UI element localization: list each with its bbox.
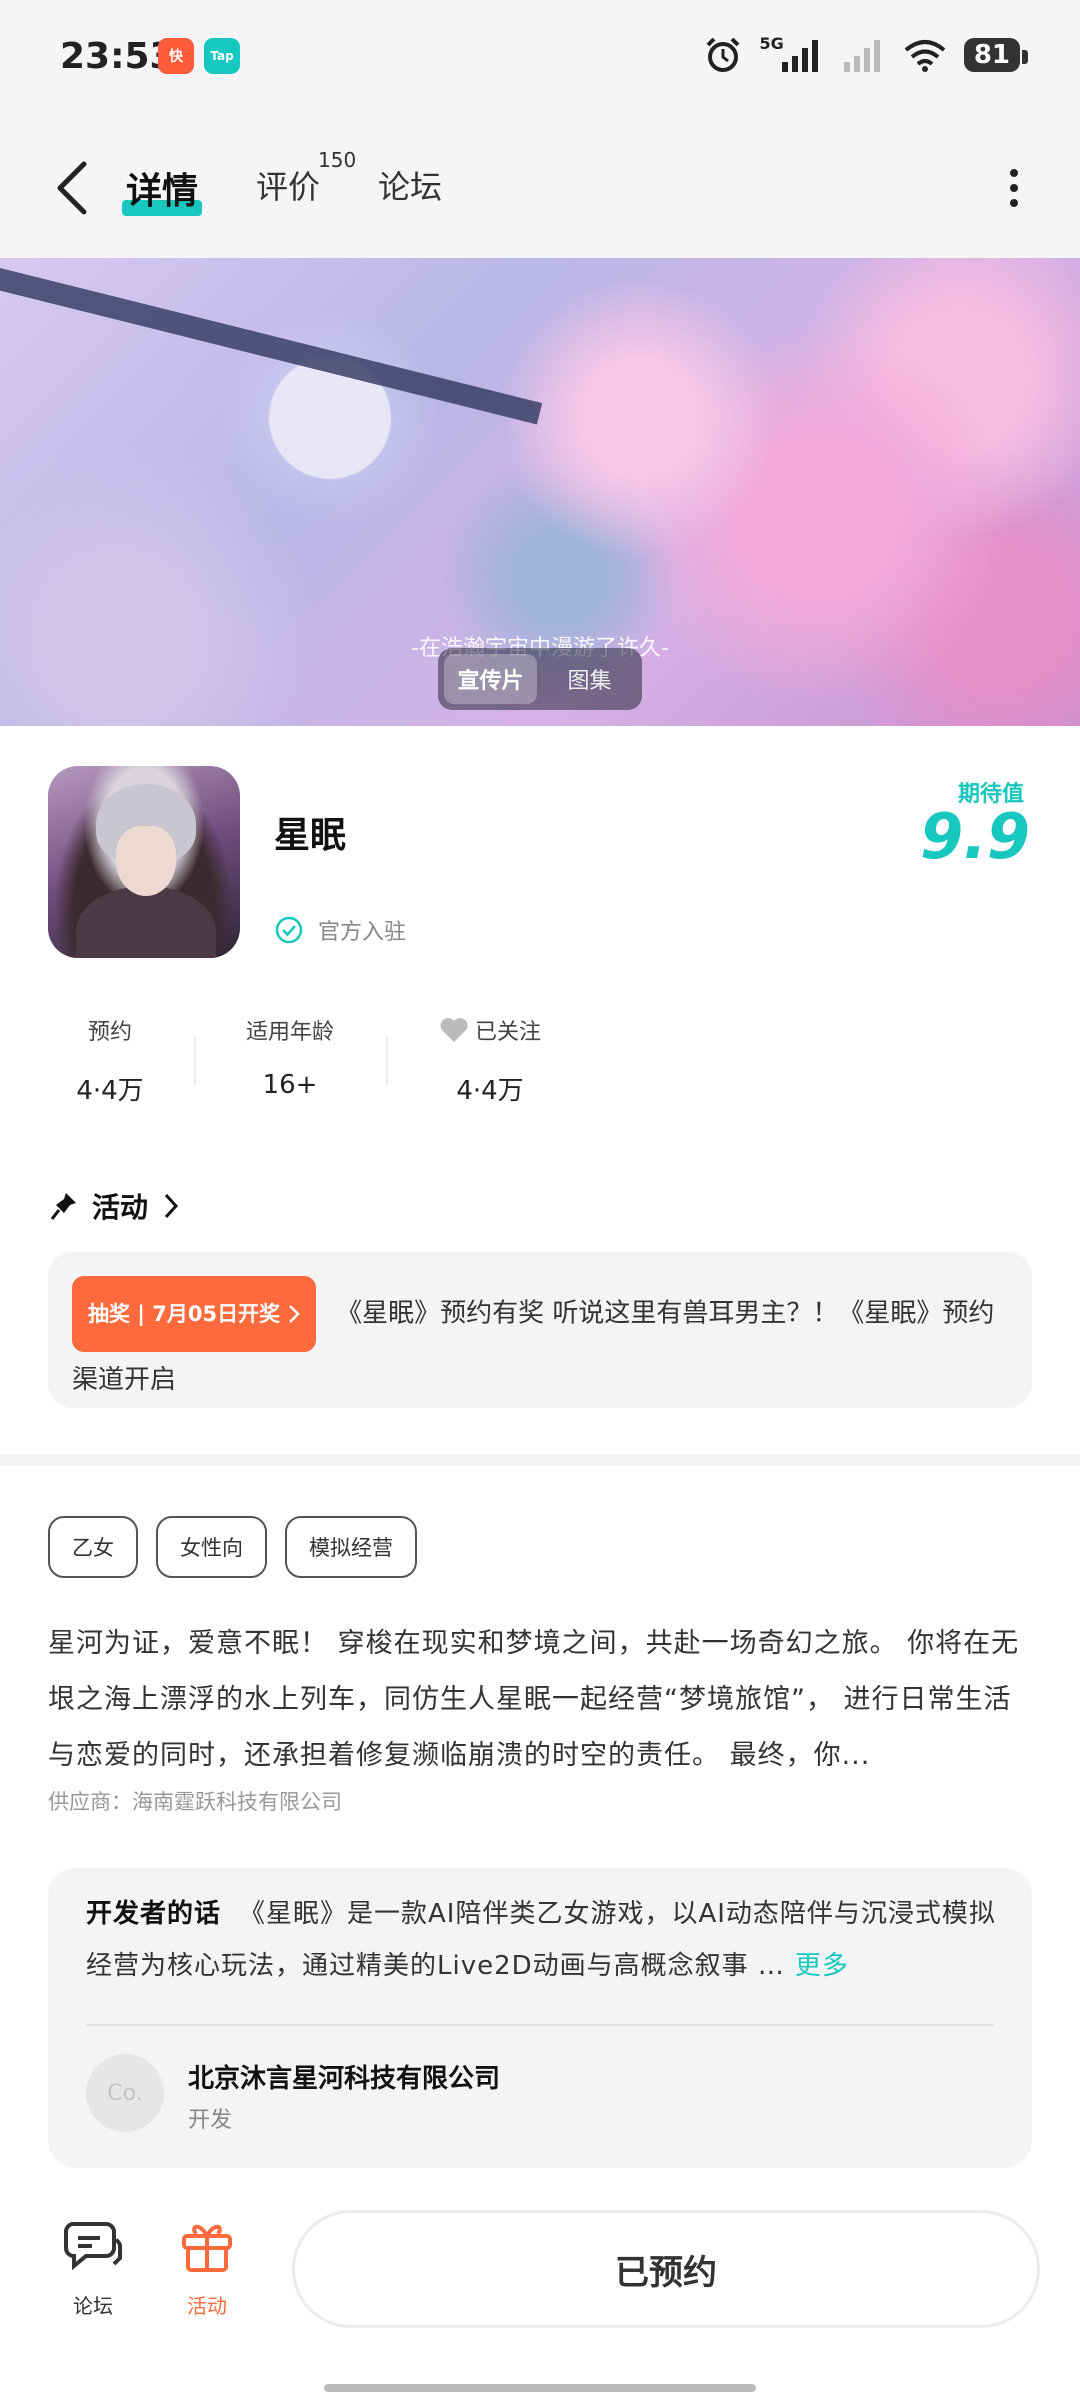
- heart-icon: [440, 1018, 468, 1042]
- developer-avatar: Co.: [86, 2054, 164, 2132]
- supplier-info: 供应商：海南霆跃科技有限公司: [48, 1790, 342, 1814]
- taptap-app-icon: Tap: [204, 38, 240, 74]
- game-description[interactable]: 星河为证，爱意不眠！ 穿梭在现实和梦境之间，共赴一场奇幻之旅。 你将在无垠之海上…: [48, 1616, 1032, 1784]
- bottom-activity-button[interactable]: 活动: [162, 2214, 252, 2319]
- wifi-icon: [904, 40, 946, 72]
- game-icon: [48, 766, 240, 958]
- kuaishou-app-icon: 快: [158, 38, 194, 74]
- signal-icon: [781, 40, 818, 72]
- stat-label: 预约: [87, 1020, 132, 1045]
- network-type-label: 5G: [759, 33, 784, 53]
- back-arrow-icon[interactable]: [48, 158, 98, 218]
- lottery-badge: 抽奖 | 7月05日开奖: [72, 1276, 317, 1352]
- signal-weak-icon: [843, 40, 880, 72]
- bottom-action-bar: 论坛 活动 已预约: [0, 2192, 1080, 2400]
- tag-simulation[interactable]: 模拟经营: [285, 1516, 417, 1578]
- lottery-badge-label: 抽奖 | 7月05日开奖: [88, 1302, 281, 1326]
- toggle-trailer[interactable]: 宣传片: [444, 654, 537, 704]
- activity-title: 活动: [92, 1191, 149, 1224]
- verified-check-icon: [275, 916, 303, 944]
- tag-otome[interactable]: 乙女: [48, 1516, 138, 1578]
- chevron-right-icon: [289, 1305, 300, 1323]
- section-divider: [0, 1454, 1080, 1466]
- stat-age-rating: 适用年龄 16+: [220, 1014, 360, 1100]
- chevron-right-icon: [164, 1193, 179, 1219]
- status-icons: 5G 81: [704, 33, 1029, 74]
- expectation-score: 9.9: [920, 800, 1030, 873]
- pin-icon: [50, 1193, 76, 1220]
- reserved-button[interactable]: 已预约: [292, 2210, 1040, 2328]
- tab-forum[interactable]: 论坛: [378, 162, 442, 208]
- stat-followed[interactable]: 已关注 4·4万: [420, 1014, 560, 1107]
- stat-label: 已关注: [474, 1020, 541, 1045]
- stat-value: 4·4万: [456, 1076, 524, 1106]
- promo-banner[interactable]: -在浩瀚宇宙中漫游了许久- 宣传片 图集: [0, 258, 1080, 726]
- review-count-badge: 150: [318, 148, 357, 172]
- battery-indicator: 81: [963, 38, 1029, 72]
- top-nav: 详情 评价 150 论坛: [0, 120, 1080, 258]
- forum-chat-icon: [64, 2222, 123, 2271]
- toggle-gallery[interactable]: 图集: [543, 654, 636, 704]
- gift-icon: [182, 2224, 232, 2272]
- developer-company[interactable]: 北京沐言星河科技有限公司: [188, 2058, 500, 2095]
- developer-card: 开发者的话 《星眠》是一款AI陪伴类乙女游戏，以AI动态陪伴与沉浸式模拟经营为核心…: [48, 1868, 1032, 2168]
- more-options-icon[interactable]: [1008, 168, 1020, 208]
- activity-card[interactable]: 抽奖 | 7月05日开奖 《星眠》预约有奖 听说这里有兽耳男主？！《星眠》预约渠…: [48, 1252, 1032, 1408]
- game-title: 星眠: [274, 815, 347, 856]
- banner-artwork: [0, 258, 543, 425]
- tab-review[interactable]: 评价: [256, 162, 320, 208]
- stat-value: 4·4万: [76, 1076, 144, 1106]
- bottom-forum-button[interactable]: 论坛: [48, 2214, 138, 2319]
- tab-detail[interactable]: 详情: [121, 162, 203, 216]
- activity-header[interactable]: 活动: [50, 1186, 180, 1226]
- tag-female-oriented[interactable]: 女性向: [156, 1516, 267, 1578]
- stat-label: 适用年龄: [245, 1020, 334, 1045]
- media-toggle: 宣传片 图集: [438, 648, 642, 710]
- stat-divider: [194, 1036, 196, 1086]
- bottom-forum-label: 论坛: [73, 2294, 113, 2318]
- developer-words-text: 《星眠》是一款AI陪伴类乙女游戏，以AI动态陪伴与沉浸式模拟经营为核心玩法，通过…: [86, 1899, 996, 1981]
- alarm-icon: [706, 37, 739, 72]
- official-label: 官方入驻: [318, 920, 407, 945]
- more-link[interactable]: 更多: [795, 1951, 849, 1981]
- divider: [86, 2024, 994, 2026]
- stat-divider: [386, 1036, 388, 1086]
- developer-role: 开发: [188, 2108, 233, 2133]
- tag-list: 乙女 女性向 模拟经营: [48, 1516, 417, 1578]
- home-indicator[interactable]: [324, 2384, 756, 2392]
- developer-words-label: 开发者的话: [86, 1899, 222, 1929]
- status-bar: 23:53 快 Tap 5G 81: [0, 0, 1080, 120]
- official-badge: 官方入驻: [274, 914, 406, 946]
- stat-value: 16+: [262, 1070, 318, 1100]
- stat-reservations: 预约 4·4万: [50, 1014, 170, 1107]
- bottom-activity-label: 活动: [187, 2294, 227, 2318]
